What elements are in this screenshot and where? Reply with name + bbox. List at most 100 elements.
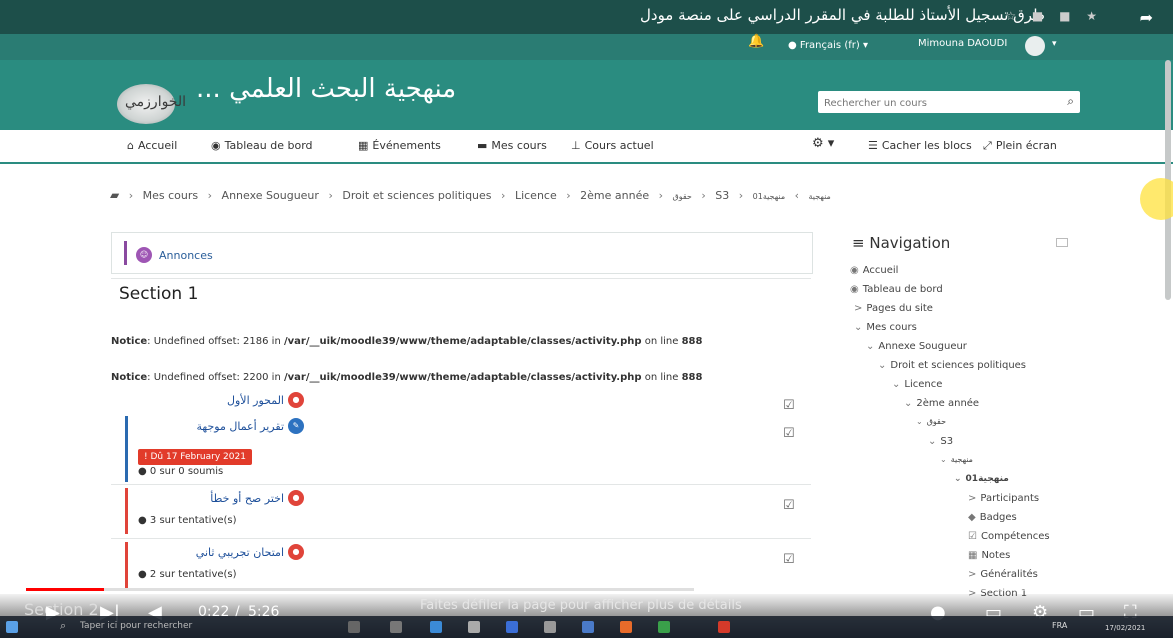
nav-item[interactable]: > Pages du site	[854, 303, 933, 314]
activity-name[interactable]: تقرير أعمال موجهة	[197, 420, 284, 433]
search-icon[interactable]: ⌕	[60, 619, 66, 633]
completion-checkbox[interactable]: ☑	[783, 426, 795, 441]
moodle-top-navbar: 🔔 ● Français (fr) ▾ Mimouna DAOUDI ▾	[0, 34, 1173, 60]
edge-icon[interactable]	[430, 621, 442, 633]
nav-item[interactable]: ☑ Compétences	[968, 531, 1050, 542]
nav-item[interactable]: ◉ Accueil	[850, 265, 898, 276]
activity-name[interactable]: المحور الأول	[227, 394, 284, 407]
briefcase-icon: ▬	[477, 139, 488, 152]
collapse-block-icon[interactable]	[1056, 238, 1068, 247]
video-title[interactable]: طرق تسجيل الأستاذ للطلبة في المقرر الدرا…	[640, 6, 1045, 24]
nav-item[interactable]: ⌄ S3	[928, 436, 953, 447]
settings-gear-icon[interactable]: ⚙ ▾	[812, 136, 834, 151]
activity-name[interactable]: امتحان تجريبي ثاني	[196, 546, 284, 559]
nav-item[interactable]: ◆ Badges	[968, 512, 1017, 523]
user-menu-chevron-icon[interactable]: ▾	[1052, 39, 1057, 49]
nav-item[interactable]: > Participants	[968, 493, 1039, 504]
menu-item-accueil[interactable]: ⌂ Accueil	[127, 139, 177, 152]
breadcrumb-separator: ›	[207, 189, 213, 202]
quiz-icon: ●	[288, 544, 304, 560]
user-name[interactable]: Mimouna DAOUDI	[918, 38, 1007, 49]
breadcrumb-item[interactable]: Annexe Sougueur	[222, 189, 319, 202]
completion-checkbox[interactable]: ☑	[783, 498, 795, 513]
activity-item[interactable]: المحور الأول ● ☑	[125, 390, 814, 416]
site-title[interactable]: ... منهجية البحث العلمي	[196, 74, 456, 104]
breadcrumb-item[interactable]: Droit et sciences politiques	[342, 189, 491, 202]
browser-icons: ☆ ■ ■ ★	[1005, 9, 1103, 23]
input-language[interactable]: FRA	[1052, 621, 1067, 630]
nav-label: Droit et sciences politiques	[890, 360, 1027, 371]
taskbar-search[interactable]: Taper ici pour rechercher	[80, 621, 192, 631]
activity-item[interactable]: اختر صح أو خطأ ● ☑ ● 3 sur tentative(s)	[125, 488, 814, 534]
breadcrumb-item[interactable]: منهجية	[809, 192, 831, 201]
forum-icon: ☺	[136, 247, 152, 263]
breadcrumb-item[interactable]: S3	[715, 189, 729, 202]
nav-item[interactable]: > Généralités	[968, 569, 1038, 580]
nav-item[interactable]: ⌄ Licence	[892, 379, 942, 390]
activity-name[interactable]: اختر صح أو خطأ	[210, 492, 284, 505]
activity-item[interactable]: امتحان تجريبي ثاني ● ☑ ● 2 sur tentative…	[125, 542, 814, 588]
meta-text: 3 sur tentative(s)	[149, 515, 237, 526]
menu-item-tableau-de-bord[interactable]: ◉ Tableau de bord	[211, 139, 313, 152]
menu-item-cours-actuel[interactable]: ⊥ Cours actuel	[571, 139, 654, 152]
mail-icon[interactable]	[468, 621, 480, 633]
task-view-icon[interactable]	[390, 621, 402, 633]
nav-label: حقوق	[926, 417, 947, 426]
hide-blocks-label: Cacher les blocs	[881, 139, 972, 152]
divider	[111, 278, 811, 279]
nav-item[interactable]: ⌄ Mes cours	[854, 322, 917, 333]
nav-item[interactable]: ⌄ حقوق	[916, 417, 946, 426]
nav-item[interactable]: ⌄ Annexe Sougueur	[866, 341, 967, 352]
firefox-icon[interactable]	[620, 621, 632, 633]
search-icon[interactable]: ⌕	[1067, 94, 1074, 109]
breadcrumb-item[interactable]: منهجية01	[753, 192, 785, 201]
course-search: ⌕	[818, 91, 1080, 115]
windows-start-icon[interactable]	[6, 621, 18, 633]
breadcrumb-separator: ›	[328, 189, 333, 202]
folder-icon[interactable]: ▰	[110, 188, 119, 202]
menu-item-evenements[interactable]: ▦ Événements	[358, 139, 441, 152]
course-search-input[interactable]	[822, 91, 1056, 115]
nav-label: Pages du site	[866, 303, 933, 314]
nav-item[interactable]: ⌄ Droit et sciences politiques	[878, 360, 1026, 371]
nav-toggle: >	[968, 493, 977, 504]
alert-icon: !	[144, 452, 148, 462]
nav-item[interactable]: ⌄ 2ème année	[904, 398, 979, 409]
nav-item[interactable]: ▦ Notes	[968, 550, 1010, 561]
breadcrumb-separator: ›	[701, 189, 706, 202]
menu-item-mes-cours[interactable]: ▬ Mes cours	[477, 139, 547, 152]
nav-toggle: ⌄	[878, 360, 887, 371]
activity-accent-bar	[124, 241, 127, 265]
store-icon[interactable]	[544, 621, 556, 633]
word-icon[interactable]	[506, 621, 518, 633]
site-logo[interactable]: الخوارزمي	[117, 84, 186, 124]
cortana-icon[interactable]	[348, 621, 360, 633]
fullscreen-button[interactable]: ⤢ Plein écran	[983, 139, 1057, 153]
due-date-badge: ! Dû 17 February 2021	[138, 449, 252, 465]
share-icon[interactable]: ➦	[1140, 8, 1153, 27]
breadcrumb-item[interactable]: 2ème année	[580, 189, 649, 202]
hide-blocks-button[interactable]: ☰ Cacher les blocs	[868, 139, 972, 152]
announcements-activity[interactable]: ☺ Annonces	[111, 232, 813, 274]
notification-bell-icon[interactable]: 🔔	[748, 34, 764, 49]
breadcrumb-item[interactable]: Mes cours	[143, 189, 199, 202]
checkbox-icon: ☑	[968, 531, 977, 542]
nav-item[interactable]: ◉ Tableau de bord	[850, 284, 943, 295]
activity-item[interactable]: تقرير أعمال موجهة ✎ ☑ ! Dû 17 February 2…	[125, 416, 814, 482]
app-red-icon[interactable]	[718, 621, 730, 633]
breadcrumb-item[interactable]: Licence	[515, 189, 557, 202]
nav-item[interactable]: ⌄ منهجية	[940, 455, 973, 464]
excel-icon[interactable]	[658, 621, 670, 633]
completion-checkbox[interactable]: ☑	[783, 398, 795, 413]
avatar[interactable]	[1025, 36, 1045, 56]
due-date-text: Dû 17 February 2021	[150, 452, 246, 462]
app-icon[interactable]	[582, 621, 594, 633]
breadcrumb-item[interactable]: حقوق	[673, 192, 692, 201]
completion-checkbox[interactable]: ☑	[783, 552, 795, 567]
language-menu[interactable]: ● Français (fr) ▾	[788, 40, 868, 51]
nav-item-current[interactable]: ⌄ منهجية01	[954, 474, 1009, 484]
expand-icon: ⤢	[983, 139, 992, 152]
announcements-link[interactable]: Annonces	[159, 249, 213, 262]
navigation-title: ≡ Navigation	[852, 234, 950, 252]
nav-label: منهجية	[950, 455, 973, 464]
